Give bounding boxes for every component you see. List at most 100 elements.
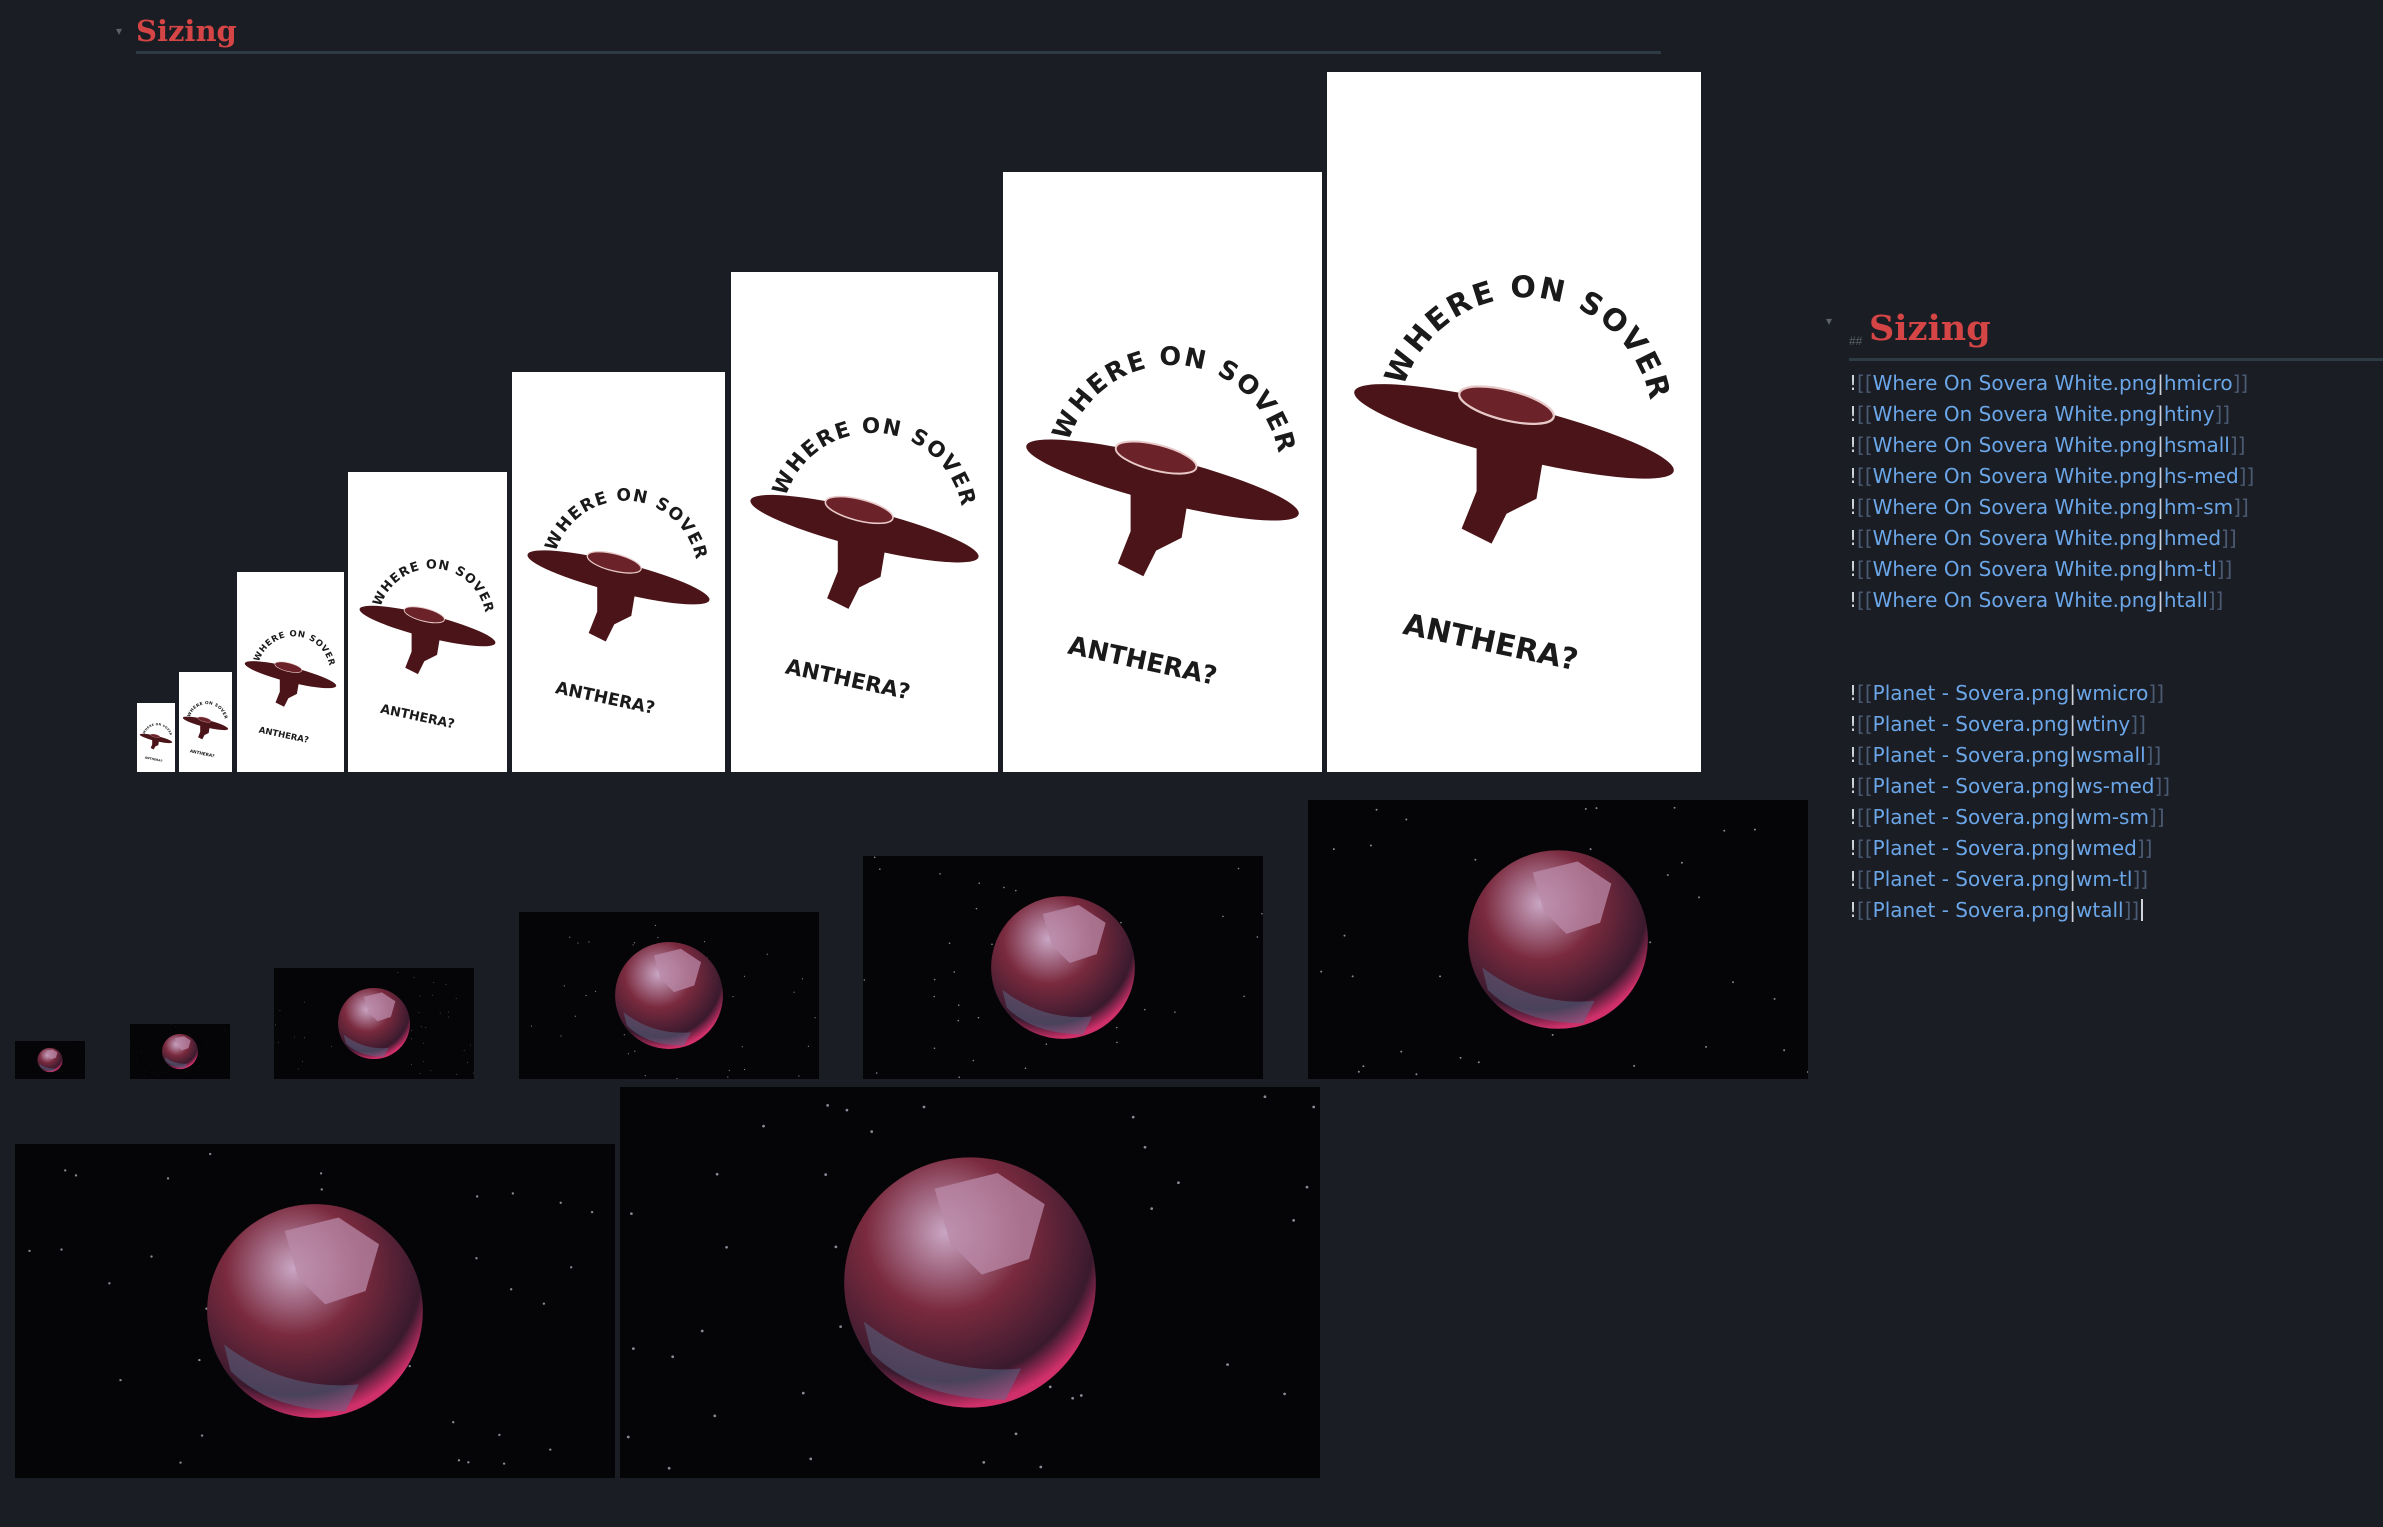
planet-image — [15, 1041, 85, 1079]
embed-size-alias: hmed — [2163, 526, 2222, 550]
star-dot — [408, 1364, 411, 1368]
star-dot — [1723, 829, 1726, 832]
star-dot — [1362, 1065, 1365, 1068]
star-dot — [1753, 828, 1756, 831]
embed-filename: Where On Sovera White.png — [1872, 557, 2158, 581]
embed-bang: ! — [1849, 743, 1858, 767]
embed-bang: ! — [1849, 371, 1858, 395]
star-dot — [873, 856, 876, 859]
embed-bang: ! — [1849, 526, 1858, 550]
poster-artwork: WHERE ON SOVERA IS ANTHERA? — [1003, 172, 1300, 692]
star-dot — [879, 868, 881, 870]
embed-line[interactable]: ![[Where On Sovera White.png|hm-tl]] — [1849, 554, 2232, 585]
star-dot — [1131, 1115, 1135, 1119]
star-dot — [933, 995, 936, 998]
embed-line[interactable]: ![[Planet - Sovera.png|wm-tl]] — [1849, 864, 2148, 895]
poster-title-text: WHERE ON SOVERA IS — [731, 272, 981, 510]
embed-pipe: | — [2069, 681, 2076, 705]
star-dot — [413, 977, 415, 979]
figure-shape — [588, 585, 636, 642]
star-dot — [1292, 1218, 1296, 1222]
poster-subtitle-text: ANTHERA? — [144, 755, 163, 763]
embed-bang: ! — [1849, 464, 1858, 488]
star-dot — [74, 1174, 78, 1177]
embed-line[interactable]: ![[Where On Sovera White.png|hs-med]] — [1849, 461, 2254, 492]
star-dot — [419, 995, 421, 997]
embed-size-alias: wtall — [2076, 898, 2124, 922]
star-dot — [304, 1001, 306, 1003]
fold-toggle-icon[interactable]: ▾ — [1826, 314, 1832, 328]
star-dot — [1144, 1008, 1146, 1011]
embed-bang: ! — [1849, 712, 1858, 736]
star-dot — [958, 1076, 960, 1078]
figure-shape — [275, 678, 300, 707]
star-dot — [631, 1347, 635, 1350]
embed-filename: Planet - Sovera.png — [1872, 898, 2070, 922]
star-dot — [1773, 997, 1776, 1000]
embed-pipe: | — [2157, 433, 2164, 457]
embed-line[interactable]: ![[Planet - Sovera.png|wmed]] — [1849, 833, 2152, 864]
star-dot — [432, 994, 433, 996]
embed-filename: Where On Sovera White.png — [1872, 495, 2158, 519]
star-dot — [448, 1016, 449, 1018]
star-dot — [1226, 1363, 1229, 1366]
embed-line[interactable]: ![[Where On Sovera White.png|hmicro]] — [1849, 368, 2248, 399]
embed-line[interactable]: ![[Where On Sovera White.png|hm-sm]] — [1849, 492, 2249, 523]
embed-line[interactable]: ![[Planet - Sovera.png|wmicro]] — [1849, 678, 2164, 709]
embed-line[interactable]: ![[Planet - Sovera.png|ws-med]] — [1849, 771, 2170, 802]
fold-toggle-icon[interactable]: ▾ — [116, 24, 122, 38]
star-dot — [530, 1025, 533, 1027]
poster-image: WHERE ON SOVERA IS ANTHERA? — [512, 372, 725, 772]
star-dot — [425, 1027, 427, 1028]
link-open-brackets: [[ — [1857, 526, 1873, 550]
figure-shape — [150, 739, 160, 750]
star-dot — [200, 1434, 204, 1437]
planet-artwork — [1320, 806, 1808, 1076]
star-dot — [732, 996, 734, 998]
embed-bang: ! — [1849, 836, 1858, 860]
embed-line[interactable]: ![[Planet - Sovera.png|wtiny]] — [1849, 709, 2146, 740]
planet-image — [863, 856, 1263, 1079]
star-dot — [1014, 1432, 1018, 1436]
planet-image — [1308, 800, 1808, 1079]
star-dot — [1174, 1011, 1176, 1013]
star-dot — [560, 1035, 562, 1037]
star-dot — [463, 1050, 465, 1051]
embed-line[interactable]: ![[Planet - Sovera.png|wm-sm]] — [1849, 802, 2165, 833]
star-dot — [654, 924, 656, 926]
embed-line[interactable]: ![[Planet - Sovera.png|wtall]] — [1849, 895, 2144, 926]
figure-shape — [1117, 492, 1189, 577]
star-dot — [1439, 975, 1442, 978]
star-dot — [1237, 867, 1240, 870]
poster-subtitle-text: ANTHERA? — [783, 654, 912, 705]
star-dot — [1283, 1392, 1286, 1396]
star-dot — [1732, 981, 1734, 984]
star-dot — [727, 1076, 729, 1078]
embed-pipe: | — [2157, 526, 2164, 550]
embed-line[interactable]: ![[Where On Sovera White.png|hmed]] — [1849, 523, 2237, 554]
poster-artwork: WHERE ON SOVERA IS ANTHERA? — [137, 703, 173, 763]
embed-line[interactable]: ![[Planet - Sovera.png|wsmall]] — [1849, 740, 2161, 771]
figure-shape — [405, 632, 441, 675]
star-dot — [1474, 858, 1477, 861]
embed-size-alias: htiny — [2163, 402, 2215, 426]
poster-artwork: WHERE ON SOVERA IS ANTHERA? — [731, 272, 981, 705]
poster-title-text: WHERE ON SOVERA IS — [512, 372, 711, 562]
embed-pipe: | — [2157, 402, 2164, 426]
star-dot — [1312, 1105, 1316, 1109]
text-cursor — [2141, 899, 2144, 921]
star-dot — [542, 1302, 546, 1305]
star-dot — [633, 942, 636, 944]
embed-line[interactable]: ![[Where On Sovera White.png|hsmall]] — [1849, 430, 2245, 461]
embed-bang: ! — [1849, 495, 1858, 519]
star-dot — [1477, 1061, 1480, 1064]
star-dot — [430, 1070, 432, 1072]
star-dot — [1705, 1045, 1708, 1048]
link-close-brackets: ]] — [2132, 867, 2149, 891]
embed-line[interactable]: ![[Where On Sovera White.png|htall]] — [1849, 585, 2223, 616]
embed-filename: Where On Sovera White.png — [1872, 588, 2158, 612]
poster-artwork: WHERE ON SOVERA IS ANTHERA? — [237, 572, 337, 746]
poster-image: WHERE ON SOVERA IS ANTHERA? — [348, 472, 507, 772]
embed-filename: Where On Sovera White.png — [1872, 433, 2158, 457]
embed-line[interactable]: ![[Where On Sovera White.png|htiny]] — [1849, 399, 2230, 430]
